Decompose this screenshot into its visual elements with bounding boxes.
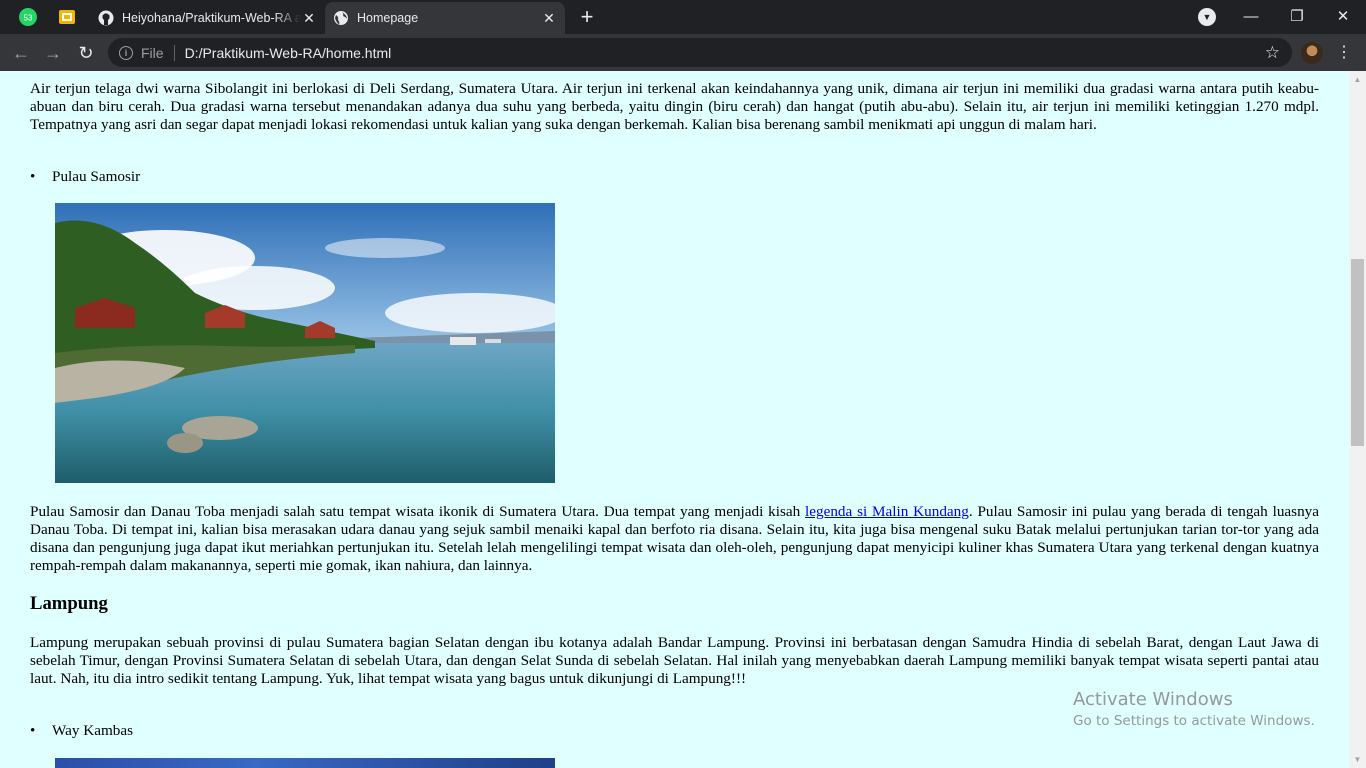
- bookmark-star-icon[interactable]: ☆: [1265, 43, 1280, 63]
- tab-github[interactable]: Heiyohana/Praktikum-Web-RA at main ✕: [90, 2, 325, 34]
- github-icon: [98, 10, 114, 26]
- info-icon[interactable]: i: [119, 45, 133, 60]
- address-bar[interactable]: i File D:/Praktikum-Web-RA/home.html ☆: [108, 38, 1292, 67]
- watermark-subtitle: Go to Settings to activate Windows.: [1073, 713, 1315, 729]
- pinned-tab-whatsapp[interactable]: 53: [14, 6, 42, 28]
- list-item-samosir: Pulau Samosir: [30, 168, 140, 186]
- whatsapp-icon: 53: [19, 8, 37, 26]
- list-item-label: Way Kambas: [52, 722, 134, 739]
- scheme-label: File: [141, 44, 164, 61]
- close-window-button[interactable]: ✕: [1320, 0, 1366, 32]
- maximize-button[interactable]: ❐: [1274, 0, 1320, 32]
- activate-windows-watermark: Activate Windows Go to Settings to activ…: [1073, 689, 1315, 729]
- globe-icon: [334, 11, 348, 25]
- tab-search-icon[interactable]: ▼: [1198, 8, 1216, 26]
- omnibox-divider: [173, 44, 175, 61]
- scroll-up-arrow-icon[interactable]: ▲: [1349, 71, 1366, 88]
- browser-toolbar: ← → ↻ i File D:/Praktikum-Web-RA/home.ht…: [0, 34, 1366, 71]
- browser-menu-icon[interactable]: ⋮: [1336, 42, 1352, 64]
- new-tab-button[interactable]: +: [575, 6, 599, 28]
- back-button[interactable]: ←: [9, 41, 33, 65]
- tab-title: Heiyohana/Praktikum-Web-RA at main: [122, 11, 301, 25]
- malin-kundang-link[interactable]: legenda si Malin Kundang: [805, 503, 969, 520]
- google-slides-icon: [59, 10, 75, 24]
- tab-strip: 53 Heiyohana/Praktikum-Web-RA at main ✕ …: [0, 0, 1366, 34]
- waykambas-photo: [55, 758, 555, 768]
- watermark-title: Activate Windows: [1073, 689, 1233, 710]
- tab-close-icon[interactable]: ✕: [301, 10, 317, 27]
- tab-title: Homepage: [357, 11, 419, 25]
- scrollbar-thumb[interactable]: [1351, 259, 1364, 446]
- tab-close-icon[interactable]: ✕: [541, 10, 557, 27]
- tab-homepage[interactable]: Homepage ✕: [325, 2, 565, 34]
- samosir-photo: [55, 203, 555, 483]
- paragraph-sibolangit: Air terjun telaga dwi warna Sibolangit i…: [30, 80, 1319, 133]
- paragraph-lampung: Lampung merupakan sebuah provinsi di pul…: [30, 634, 1319, 687]
- scroll-down-arrow-icon[interactable]: ▼: [1349, 751, 1366, 768]
- page-viewport: Air terjun telaga dwi warna Sibolangit i…: [0, 71, 1349, 768]
- paragraph-samosir: Pulau Samosir dan Danau Toba menjadi sal…: [30, 503, 1319, 575]
- list-item-label: Pulau Samosir: [52, 168, 141, 185]
- forward-button[interactable]: →: [41, 41, 65, 65]
- reload-button[interactable]: ↻: [74, 41, 98, 65]
- samosir-text-before: Pulau Samosir dan Danau Toba menjadi sal…: [30, 503, 806, 520]
- list-item-waykambas: Way Kambas: [30, 722, 133, 740]
- heading-lampung: Lampung: [30, 593, 108, 614]
- lake-toba-image: [55, 203, 555, 483]
- url-text[interactable]: D:/Praktikum-Web-RA/home.html: [185, 45, 1265, 61]
- vertical-scrollbar[interactable]: ▲ ▼: [1349, 71, 1366, 768]
- minimize-button[interactable]: —: [1228, 0, 1274, 32]
- whatsapp-badge: 53: [24, 14, 33, 23]
- profile-avatar[interactable]: [1301, 42, 1323, 64]
- pinned-tab-slides[interactable]: [53, 6, 81, 28]
